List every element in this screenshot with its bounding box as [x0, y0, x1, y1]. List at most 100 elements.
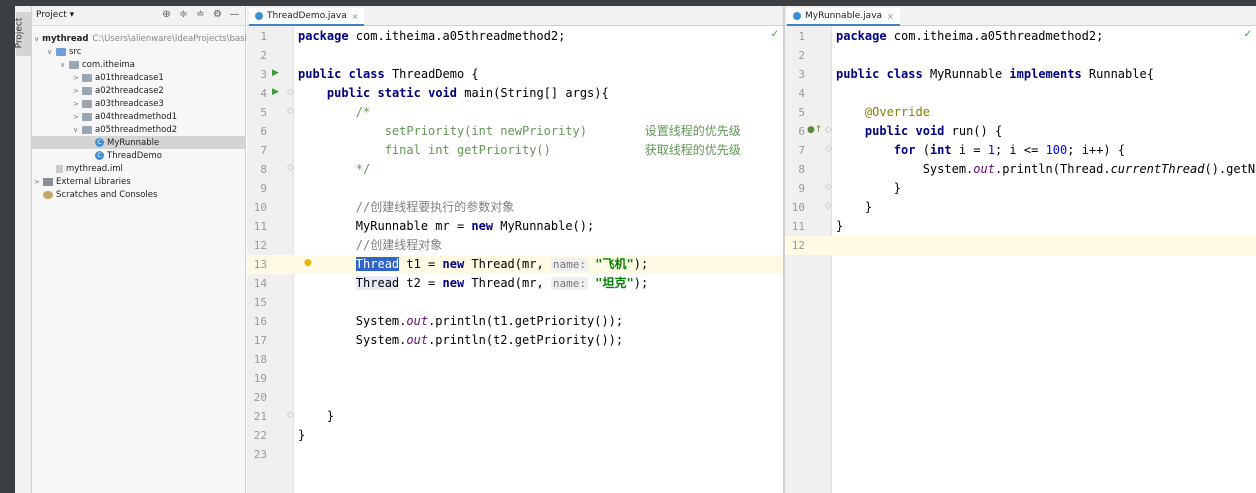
code-line[interactable]: 17 System.out.println(t2.getPriority()); [247, 331, 783, 350]
tree-item[interactable]: > a04threadmethod1 [32, 110, 246, 123]
code-line[interactable]: 2 [785, 46, 1256, 65]
tree-item[interactable]: C MyRunnable [32, 136, 246, 149]
line-number: 20 [253, 391, 267, 404]
locate-icon[interactable]: ⊕ [160, 9, 173, 20]
code-line[interactable]: 5 /* [247, 103, 783, 122]
run-icon[interactable]: ▶ [272, 87, 279, 97]
expand-all-icon[interactable]: ≐ [194, 9, 207, 20]
collapse-all-icon[interactable]: ≑ [177, 9, 190, 20]
line-number: 2 [798, 49, 805, 62]
line-number: 23 [253, 448, 267, 461]
code-line[interactable]: 11} [785, 217, 1256, 236]
code-text: } [298, 428, 306, 442]
project-view-selector[interactable]: Project ▾ [36, 10, 74, 20]
tree-item[interactable]: ∨ com.itheima [32, 58, 246, 71]
code-line[interactable]: 7 final int getPriority() 获取线程的优先级 [247, 141, 783, 160]
code-line[interactable]: 12 [785, 236, 1256, 255]
code-line[interactable]: 11 MyRunnable mr = new MyRunnable(); [247, 217, 783, 236]
code-line[interactable]: 7 for (int i = 1; i <= 100; i++) { [785, 141, 1256, 160]
code-line[interactable]: 2 [247, 46, 783, 65]
code-line[interactable]: 8 */ [247, 160, 783, 179]
inspection-ok-icon[interactable]: ✓ [1244, 29, 1252, 40]
tree-item[interactable]: > a03threadcase3 [32, 97, 246, 110]
fold-icon[interactable]: ◇ [825, 144, 832, 154]
fold-icon[interactable]: ◇ [825, 125, 832, 135]
tree-item-label: com.itheima [82, 59, 136, 70]
code-text: /* [298, 105, 371, 119]
code-line[interactable]: 4 public static void main(String[] args)… [247, 84, 783, 103]
code-line[interactable]: 1 package com.itheima.a05threadmethod2; [785, 27, 1256, 46]
tree-item[interactable]: ∨ mythread C:\Users\alienware\IdeaProjects… [32, 32, 255, 45]
tree-item[interactable]: ∨ src [32, 45, 246, 58]
tab-threaddemo[interactable]: ThreadDemo.java × [249, 8, 365, 26]
run-icon[interactable]: ▶ [272, 68, 279, 78]
code-line[interactable]: 16 System.out.println(t1.getPriority()); [247, 312, 783, 331]
fold-icon[interactable]: ◇ [825, 201, 832, 211]
tab-myrunnable[interactable]: MyRunnable.java × [787, 8, 900, 26]
code-line[interactable]: 18 [247, 350, 783, 369]
chevron-down-icon[interactable]: ∨ [60, 61, 69, 69]
code-line[interactable]: 23 [247, 445, 783, 464]
tree-item[interactable]: Scratches and Consoles [32, 188, 246, 201]
code-line[interactable]: 8 System.out.println(Thread.currentThrea… [785, 160, 1256, 179]
code-line[interactable]: 10 } [785, 198, 1256, 217]
fold-icon[interactable]: ◇ [287, 163, 294, 173]
right-editor[interactable]: 1 package com.itheima.a05threadmethod2; 2 3… [785, 26, 1256, 493]
fold-icon[interactable]: ◇ [287, 410, 294, 420]
code-line[interactable]: 22} [247, 426, 783, 445]
close-icon[interactable]: × [887, 12, 894, 21]
line-number: 7 [798, 144, 805, 157]
line-number: 15 [253, 296, 267, 309]
code-line[interactable]: 19 [247, 369, 783, 388]
chevron-right-icon[interactable]: > [34, 178, 43, 186]
chevron-right-icon[interactable]: > [73, 87, 82, 95]
left-editor[interactable]: 1 package com.itheima.a05threadmethod2; 2 3… [247, 26, 783, 493]
code-text: setPriority(int newPriority) 设置线程的优先级 [298, 124, 741, 138]
code-text: package com.itheima.a05threadmethod2; [836, 29, 1104, 43]
tree-item[interactable]: > a02threadcase2 [32, 84, 246, 97]
code-line[interactable]: 12 //创建线程对象 [247, 236, 783, 255]
code-line[interactable]: 5 @Override [785, 103, 1256, 122]
tree-item[interactable]: > a01threadcase1 [32, 71, 246, 84]
chevron-down-icon[interactable]: ∨ [47, 48, 56, 56]
chevron-right-icon[interactable]: > [73, 100, 82, 108]
line-number: 9 [260, 182, 267, 195]
code-line[interactable]: 4 [785, 84, 1256, 103]
code-line[interactable]: 6 public void run() { [785, 122, 1256, 141]
code-line[interactable]: 10 //创建线程要执行的参数对象 [247, 198, 783, 217]
code-line[interactable]: 21 } [247, 407, 783, 426]
code-line[interactable]: 9 [247, 179, 783, 198]
code-line[interactable]: 3 public class MyRunnable implements Runn… [785, 65, 1256, 84]
project-tool-tab[interactable]: Project [14, 12, 31, 56]
chevron-right-icon[interactable]: > [73, 113, 82, 121]
chevron-down-icon[interactable]: ∨ [73, 126, 82, 134]
line-number: 4 [798, 87, 805, 100]
bulb-icon[interactable]: ● [304, 258, 312, 268]
scratch-icon [43, 190, 53, 199]
minimize-icon[interactable]: — [228, 9, 241, 20]
fold-icon[interactable]: ◇ [825, 182, 832, 192]
fold-icon[interactable]: ◇ [287, 106, 294, 116]
close-icon[interactable]: × [352, 12, 359, 21]
code-line[interactable]: 3 public class ThreadDemo { [247, 65, 783, 84]
code-line[interactable]: 20 [247, 388, 783, 407]
code-line[interactable]: 9 } [785, 179, 1256, 198]
chevron-right-icon[interactable]: > [73, 74, 82, 82]
tab-label: ThreadDemo.java [267, 11, 347, 21]
code-line[interactable]: 1 package com.itheima.a05threadmethod2; [247, 27, 783, 46]
tree-item[interactable]: mythread.iml [32, 162, 246, 175]
right-editor-tabbar: MyRunnable.java × [785, 6, 1256, 26]
inspection-ok-icon[interactable]: ✓ [771, 29, 779, 40]
code-line[interactable]: 15 [247, 293, 783, 312]
tree-item[interactable]: C ThreadDemo [32, 149, 246, 162]
code-line[interactable]: 13 Thread t1 = new Thread(mr, name: "飞机"… [247, 255, 783, 274]
override-icon[interactable]: ●↑ [807, 125, 822, 135]
tree-item[interactable]: ∨ a05threadmethod2 [32, 123, 246, 136]
tree-item[interactable]: > External Libraries [32, 175, 246, 188]
code-line[interactable]: 6 setPriority(int newPriority) 设置线程的优先级 [247, 122, 783, 141]
chevron-down-icon[interactable]: ∨ [34, 35, 39, 43]
gear-icon[interactable]: ⚙ [211, 9, 224, 20]
line-number: 3 [260, 68, 267, 81]
code-line[interactable]: 14 Thread t2 = new Thread(mr, name: "坦克"… [247, 274, 783, 293]
fold-icon[interactable]: ◇ [287, 87, 294, 97]
